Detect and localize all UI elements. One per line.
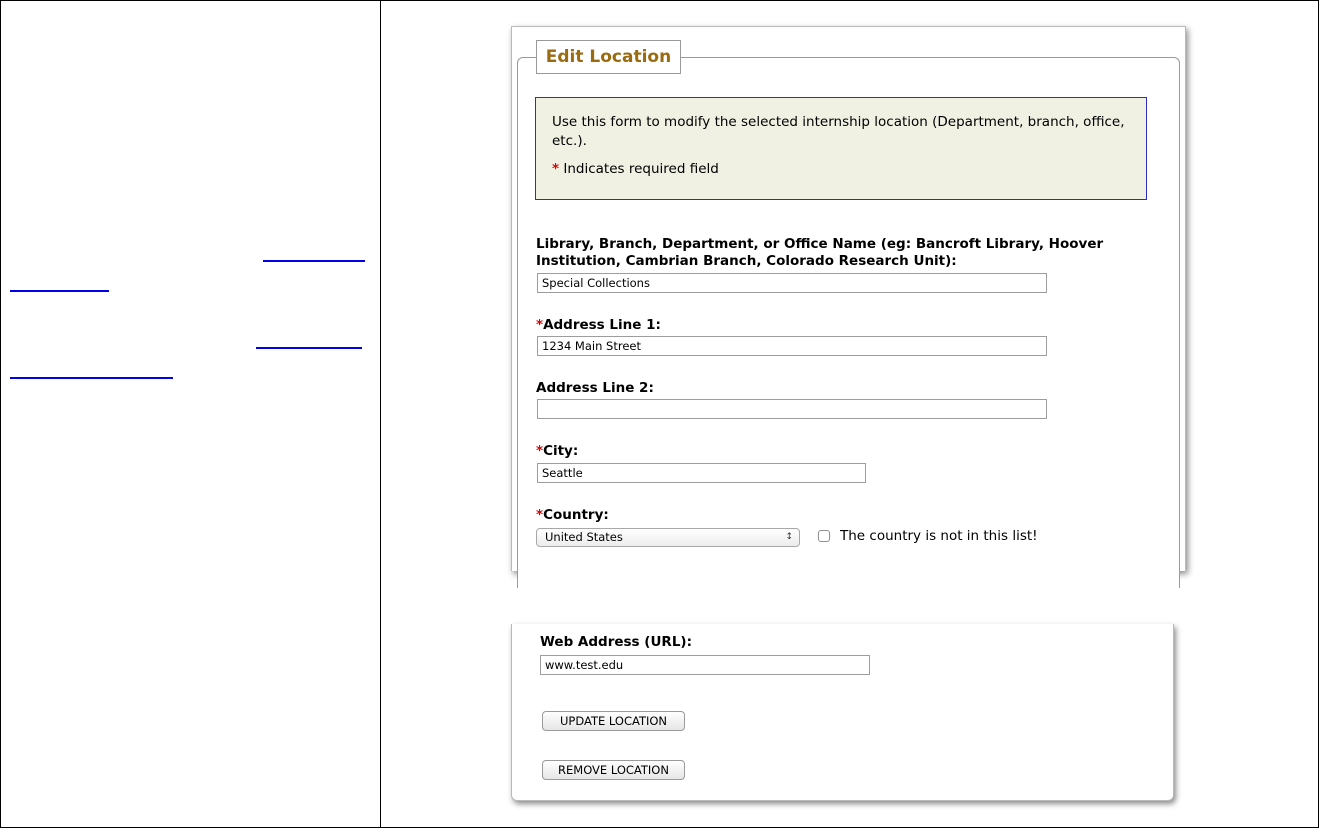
link-underline[interactable] (10, 290, 109, 292)
url-input[interactable] (540, 655, 870, 675)
info-box: Use this form to modify the selected int… (535, 97, 1147, 200)
form-legend: Edit Location (536, 40, 681, 74)
country-selected: United States (545, 530, 623, 544)
country-missing-label: The country is not in this list! (840, 528, 1038, 544)
name-input[interactable] (537, 273, 1047, 293)
intro-text: Use this form to modify the selected int… (552, 114, 1125, 149)
left-column (0, 0, 380, 828)
address2-input[interactable] (537, 399, 1047, 419)
updown-arrow-icon: ↕ (785, 532, 793, 542)
country-label: *Country: (536, 507, 609, 523)
required-marker: * (536, 317, 544, 333)
address2-label: Address Line 2: (536, 380, 654, 396)
city-input[interactable] (537, 463, 866, 483)
required-note-text: Indicates required field (563, 161, 719, 177)
name-label: Library, Branch, Department, or Office N… (536, 236, 1104, 269)
required-marker: * (536, 507, 544, 523)
required-marker: * (552, 161, 560, 177)
url-label: Web Address (URL): (540, 634, 692, 650)
required-note: * Indicates required field (552, 160, 1130, 179)
remove-location-button[interactable]: REMOVE LOCATION (542, 760, 685, 780)
required-marker: * (536, 443, 544, 459)
column-divider (380, 0, 381, 828)
address1-label: *Address Line 1: (536, 317, 661, 333)
city-label: *City: (536, 443, 579, 459)
link-underline[interactable] (10, 377, 173, 379)
link-underline[interactable] (256, 347, 362, 349)
address1-input[interactable] (537, 336, 1047, 356)
update-location-button[interactable]: UPDATE LOCATION (542, 711, 685, 731)
country-select[interactable]: United States ↕ (536, 528, 800, 547)
link-underline[interactable] (263, 260, 365, 262)
country-missing-checkbox[interactable] (818, 530, 830, 542)
